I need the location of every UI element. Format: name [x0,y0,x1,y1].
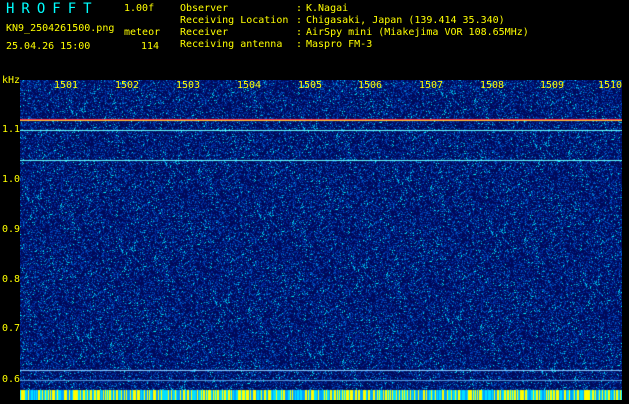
x-tick: 1509 [540,80,565,91]
info-row-observer: Observer : K.Nagai [0,3,629,15]
info-value: K.Nagai [306,3,349,14]
info-key: Receiver [180,27,229,38]
info-value: AirSpy mini (Miakejima VOR 108.65MHz) [306,27,529,38]
y-axis-unit: kHz [2,75,21,86]
info-value: Maspro FM-3 [306,39,373,50]
info-value: Chigasaki, Japan (139.414 35.340) [306,15,505,26]
info-key: Receiving antenna [180,39,283,50]
x-tick: 1508 [480,80,505,91]
x-tick: 1503 [176,80,201,91]
info-separator: : [296,27,303,38]
y-tick: 0.9 [2,224,21,235]
info-separator: : [296,3,303,14]
y-tick: 1.1 [2,124,21,135]
x-tick: 1504 [237,80,262,91]
info-separator: : [296,39,303,50]
info-row-location: Receiving Location : Chigasaki, Japan (1… [0,15,629,27]
x-tick: 1501 [54,80,79,91]
x-tick: 1510 [598,80,623,91]
info-separator: : [296,15,303,26]
spectrogram-canvas [20,80,622,400]
y-tick: 1.0 [2,174,21,185]
x-tick: 1507 [419,80,444,91]
info-row-receiver: Receiver : AirSpy mini (Miakejima VOR 10… [0,27,629,39]
info-row-antenna: Receiving antenna : Maspro FM-3 [0,39,629,51]
x-tick: 1502 [115,80,140,91]
y-tick: 0.6 [2,374,21,385]
y-tick: 0.8 [2,274,21,285]
info-key: Receiving Location [180,15,289,26]
y-tick: 0.7 [2,323,21,334]
x-tick: 1505 [298,80,323,91]
info-key: Observer [180,3,229,14]
spectrogram [20,80,622,400]
x-tick: 1506 [358,80,383,91]
